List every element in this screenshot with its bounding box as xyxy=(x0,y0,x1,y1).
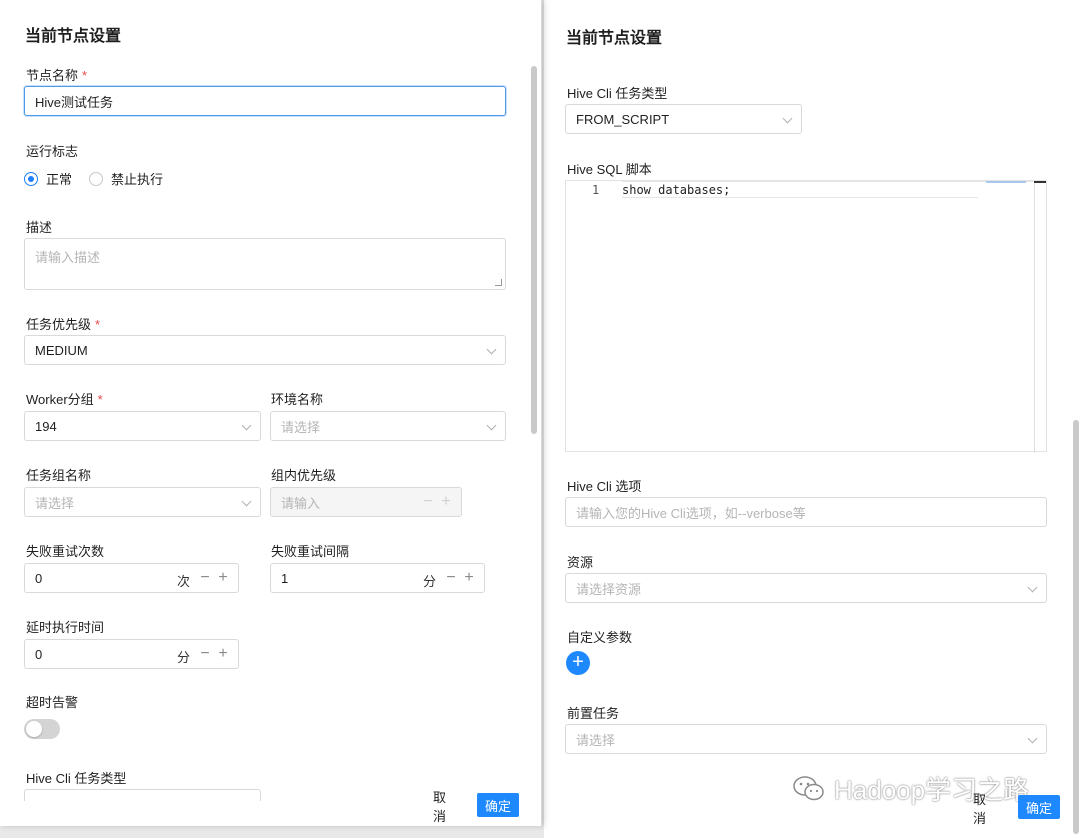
drawer-title: 当前节点设置 xyxy=(566,30,663,47)
delay-time-input[interactable]: 0 分 − + xyxy=(24,639,239,669)
active-line-top xyxy=(622,181,1044,182)
sql-code-editor[interactable]: 1 show databases; xyxy=(565,180,1047,453)
number-stepper: − + xyxy=(421,493,453,511)
confirm-button[interactable]: 确定 xyxy=(477,793,519,817)
timeout-alarm-label: 超时告警 xyxy=(26,695,79,710)
hive-cli-type-label: Hive Cli 任务类型 xyxy=(567,86,668,101)
resize-handle-icon[interactable] xyxy=(495,279,502,286)
minus-icon[interactable]: − xyxy=(444,569,458,587)
hive-sql-label: Hive SQL 脚本 xyxy=(567,162,652,177)
number-stepper: − + xyxy=(198,569,230,587)
background-strip xyxy=(0,826,544,838)
minimap-indicator xyxy=(986,181,1026,183)
wechat-icon xyxy=(793,775,824,800)
description-label: 描述 xyxy=(26,220,53,235)
code-line[interactable]: show databases; xyxy=(622,183,730,197)
plus-icon[interactable]: + xyxy=(216,569,230,587)
minus-icon[interactable]: − xyxy=(421,493,435,511)
minus-icon[interactable]: − xyxy=(198,569,212,587)
add-param-button[interactable]: + xyxy=(566,651,590,675)
chevron-down-icon xyxy=(486,344,497,355)
retry-times-input[interactable]: 0 次 − + xyxy=(24,563,239,593)
hive-cli-type-label: Hive Cli 任务类型 xyxy=(26,771,127,786)
unit-label: 分 xyxy=(176,650,190,665)
group-priority-label: 组内优先级 xyxy=(271,468,337,483)
resources-label: 资源 xyxy=(567,555,594,570)
run-flag-forbidden-radio[interactable]: 禁止执行 xyxy=(89,169,163,188)
group-priority-input[interactable]: 请输入 − + xyxy=(270,487,462,517)
retry-times-label: 失败重试次数 xyxy=(26,544,105,559)
hive-cli-options-input[interactable]: 请输入您的Hive Cli选项，如--verbose等 xyxy=(565,497,1047,527)
environment-label: 环境名称 xyxy=(271,392,324,407)
drawer-title: 当前节点设置 xyxy=(25,28,122,45)
plus-icon[interactable]: + xyxy=(216,645,230,663)
delay-time-label: 延时执行时间 xyxy=(26,620,105,635)
pre-tasks-select[interactable]: 请选择 xyxy=(565,724,1047,754)
node-name-label: 节点名称 * xyxy=(26,68,88,83)
confirm-button[interactable]: 确定 xyxy=(1018,795,1060,819)
editor-ruler xyxy=(1034,181,1046,183)
plus-icon[interactable]: + xyxy=(462,569,476,587)
line-number: 1 xyxy=(592,183,600,197)
environment-select[interactable]: 请选择 xyxy=(270,411,506,441)
node-settings-drawer-left: 当前节点设置 节点名称 * Hive测试任务 运行标志 正常 禁止执行 描述 请输… xyxy=(0,0,542,826)
chevron-down-icon xyxy=(241,496,252,507)
scrollbar[interactable] xyxy=(530,60,538,800)
chevron-down-icon xyxy=(1027,733,1038,744)
unit-label: 分 xyxy=(422,574,436,589)
run-flag-normal-radio[interactable]: 正常 xyxy=(24,169,72,188)
resources-select[interactable]: 请选择资源 xyxy=(565,573,1047,603)
chevron-down-icon xyxy=(241,420,252,431)
hive-cli-type-select-partial[interactable] xyxy=(24,789,261,801)
pre-tasks-label: 前置任务 xyxy=(567,706,620,721)
task-group-select[interactable]: 请选择 xyxy=(24,487,261,517)
worker-group-select[interactable]: 194 xyxy=(24,411,261,441)
scrollbar-thumb[interactable] xyxy=(1073,420,1079,834)
retry-interval-label: 失败重试间隔 xyxy=(271,544,350,559)
priority-select[interactable]: MEDIUM xyxy=(24,335,506,365)
cancel-button[interactable]: 取消 xyxy=(965,792,1003,826)
custom-params-label: 自定义参数 xyxy=(567,630,633,645)
radio-unchecked-icon xyxy=(89,171,103,186)
priority-label: 任务优先级 * xyxy=(26,317,101,332)
number-stepper: − + xyxy=(198,645,230,663)
chevron-down-icon xyxy=(782,113,793,124)
description-textarea[interactable]: 请输入描述 xyxy=(24,238,506,290)
task-group-label: 任务组名称 xyxy=(26,468,92,483)
minus-icon[interactable]: − xyxy=(198,645,212,663)
scrollbar[interactable] xyxy=(1072,64,1080,834)
editor-scrollbar-track[interactable] xyxy=(1034,181,1035,453)
scrollbar-thumb[interactable] xyxy=(531,66,537,434)
active-line-underline xyxy=(622,197,978,198)
retry-interval-input[interactable]: 1 分 − + xyxy=(270,563,485,593)
chevron-down-icon xyxy=(486,420,497,431)
timeout-alarm-switch[interactable] xyxy=(24,719,60,739)
switch-knob xyxy=(26,721,42,737)
node-name-input[interactable]: Hive测试任务 xyxy=(24,86,506,116)
node-settings-drawer-right: 当前节点设置 Hive Cli 任务类型 FROM_SCRIPT Hive SQ… xyxy=(544,0,1080,838)
worker-group-label: Worker分组 * xyxy=(26,392,103,407)
radio-checked-icon xyxy=(24,171,38,186)
hive-cli-type-select[interactable]: FROM_SCRIPT xyxy=(565,104,802,134)
chevron-down-icon xyxy=(1027,582,1038,593)
cancel-button[interactable]: 取消 xyxy=(425,790,463,824)
plus-icon[interactable]: + xyxy=(439,493,453,511)
run-flag-label: 运行标志 xyxy=(26,144,79,159)
number-stepper: − + xyxy=(444,569,476,587)
hive-cli-options-label: Hive Cli 选项 xyxy=(567,479,642,494)
unit-label: 次 xyxy=(176,574,190,589)
